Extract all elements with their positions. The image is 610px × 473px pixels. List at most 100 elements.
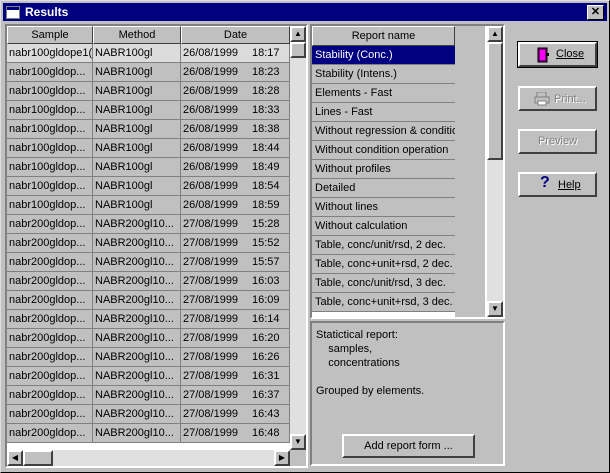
close-window-button[interactable]: ✕ [587, 5, 604, 20]
method-cell[interactable]: NABR200gl10... [93, 424, 181, 443]
sample-cell[interactable]: nabr200gldop... [7, 291, 93, 310]
method-cell[interactable]: NABR100gl [93, 139, 181, 158]
print-button[interactable]: Print... [518, 86, 597, 111]
column-header-sample[interactable]: Sample [7, 26, 93, 44]
close-button[interactable]: Close [517, 41, 598, 68]
sample-cell[interactable]: nabr200gldop... [7, 424, 93, 443]
table-row[interactable]: nabr100gldop... NABR100gl 26/08/1999 18:28 [7, 82, 290, 101]
report-name-header[interactable]: Report name [312, 26, 455, 46]
grid-horizontal-scrollbar[interactable]: ◀ ▶ [7, 450, 290, 466]
date-cell[interactable]: 26/08/1999 18:38 [181, 120, 290, 139]
help-button[interactable]: ? Help [518, 172, 597, 197]
table-row[interactable]: nabr200gldop... NABR200gl10... 27/08/1999 1… [7, 424, 290, 443]
report-item[interactable]: Stability (Conc.) [312, 46, 455, 65]
sample-cell[interactable]: nabr200gldop... [7, 215, 93, 234]
sample-cell[interactable]: nabr100gldop... [7, 82, 93, 101]
column-header-method[interactable]: Method [93, 26, 181, 44]
method-cell[interactable]: NABR100gl [93, 82, 181, 101]
table-row[interactable]: nabr200gldop... NABR200gl10... 27/08/1999 1… [7, 253, 290, 272]
date-cell[interactable]: 26/08/1999 18:49 [181, 158, 290, 177]
sample-cell[interactable]: nabr200gldop... [7, 386, 93, 405]
report-item[interactable]: Without condition operation [312, 141, 455, 160]
date-cell[interactable]: 27/08/1999 15:28 [181, 215, 290, 234]
sample-cell[interactable]: nabr200gldop... [7, 348, 93, 367]
date-cell[interactable]: 27/08/1999 16:31 [181, 367, 290, 386]
report-item[interactable]: Without profiles [312, 160, 455, 179]
scroll-up-icon[interactable]: ▲ [290, 26, 306, 42]
date-cell[interactable]: 26/08/1999 18:59 [181, 196, 290, 215]
sample-cell[interactable]: nabr200gldop... [7, 329, 93, 348]
table-row[interactable]: nabr200gldop... NABR200gl10... 27/08/1999 1… [7, 234, 290, 253]
sample-cell[interactable]: nabr200gldop... [7, 272, 93, 291]
date-cell[interactable]: 27/08/1999 16:43 [181, 405, 290, 424]
method-cell[interactable]: NABR100gl [93, 158, 181, 177]
samples-grid[interactable]: Sample Method Date nabr100gldope1(NABR10… [5, 24, 308, 468]
report-scrollbar[interactable]: ▲ ▼ [487, 26, 503, 317]
table-row[interactable]: nabr200gldop... NABR200gl10... 27/08/1999 1… [7, 310, 290, 329]
report-item[interactable]: Without calculation [312, 217, 455, 236]
sample-cell[interactable]: nabr100gldop... [7, 120, 93, 139]
date-cell[interactable]: 27/08/1999 16:03 [181, 272, 290, 291]
report-item[interactable]: Table, conc/unit/rsd, 3 dec. [312, 274, 455, 293]
report-item[interactable]: Elements - Fast [312, 84, 455, 103]
date-cell[interactable]: 26/08/1999 18:23 [181, 63, 290, 82]
method-cell[interactable]: NABR200gl10... [93, 367, 181, 386]
method-cell[interactable]: NABR200gl10... [93, 329, 181, 348]
method-cell[interactable]: NABR200gl10... [93, 405, 181, 424]
table-row[interactable]: nabr100gldop... NABR100gl 26/08/1999 18:33 [7, 101, 290, 120]
method-cell[interactable]: NABR200gl10... [93, 215, 181, 234]
table-row[interactable]: nabr100gldop... NABR100gl 26/08/1999 18:54 [7, 177, 290, 196]
table-row[interactable]: nabr100gldop... NABR100gl 26/08/1999 18:59 [7, 196, 290, 215]
report-item[interactable]: Stability (Intens.) [312, 65, 455, 84]
grid-scroll-thumb[interactable] [290, 42, 306, 58]
sample-cell[interactable]: nabr100gldope1( [7, 44, 93, 63]
scroll-right-icon[interactable]: ▶ [274, 450, 290, 466]
table-row[interactable]: nabr200gldop... NABR200gl10... 27/08/1999 1… [7, 215, 290, 234]
method-cell[interactable]: NABR100gl [93, 63, 181, 82]
report-item[interactable]: Lines - Fast [312, 103, 455, 122]
report-list[interactable]: Report name Stability (Conc.) Stability (… [310, 24, 505, 319]
scroll-left-icon[interactable]: ◀ [7, 450, 23, 466]
method-cell[interactable]: NABR100gl [93, 196, 181, 215]
table-row[interactable]: nabr100gldop... NABR100gl 26/08/1999 18:38 [7, 120, 290, 139]
date-cell[interactable]: 26/08/1999 18:17 [181, 44, 290, 63]
table-row[interactable]: nabr200gldop... NABR200gl10... 27/08/1999 1… [7, 367, 290, 386]
preview-button[interactable]: Preview [518, 129, 597, 154]
grid-hscroll-thumb[interactable] [23, 450, 53, 466]
date-cell[interactable]: 27/08/1999 15:52 [181, 234, 290, 253]
report-scroll-up-icon[interactable]: ▲ [487, 26, 503, 42]
report-item[interactable]: Without lines [312, 198, 455, 217]
sample-cell[interactable]: nabr200gldop... [7, 405, 93, 424]
table-row[interactable]: nabr100gldope1(NABR100gl 26/08/1999 18:17 [7, 44, 290, 63]
method-cell[interactable]: NABR200gl10... [93, 234, 181, 253]
report-item[interactable]: Detailed [312, 179, 455, 198]
sample-cell[interactable]: nabr200gldop... [7, 253, 93, 272]
date-cell[interactable]: 27/08/1999 16:14 [181, 310, 290, 329]
sample-cell[interactable]: nabr100gldop... [7, 196, 93, 215]
report-item[interactable]: Table, conc+unit+rsd, 2 dec. [312, 255, 455, 274]
table-row[interactable]: nabr200gldop... NABR200gl10... 27/08/1999 1… [7, 329, 290, 348]
date-cell[interactable]: 27/08/1999 15:57 [181, 253, 290, 272]
sample-cell[interactable]: nabr100gldop... [7, 158, 93, 177]
table-row[interactable]: nabr200gldop... NABR200gl10... 27/08/1999 1… [7, 272, 290, 291]
sample-cell[interactable]: nabr200gldop... [7, 234, 93, 253]
date-cell[interactable]: 26/08/1999 18:33 [181, 101, 290, 120]
sample-cell[interactable]: nabr200gldop... [7, 367, 93, 386]
scroll-down-icon[interactable]: ▼ [290, 434, 306, 450]
report-scroll-thumb[interactable] [487, 42, 503, 160]
table-row[interactable]: nabr100gldop... NABR100gl 26/08/1999 18:49 [7, 158, 290, 177]
date-cell[interactable]: 26/08/1999 18:44 [181, 139, 290, 158]
add-report-form-button[interactable]: Add report form ... [342, 434, 475, 458]
sample-cell[interactable]: nabr100gldop... [7, 139, 93, 158]
report-item[interactable]: Table, conc+unit+rsd, 3 dec. [312, 293, 455, 312]
method-cell[interactable]: NABR100gl [93, 101, 181, 120]
sample-cell[interactable]: nabr200gldop... [7, 310, 93, 329]
title-bar[interactable]: Results ✕ [3, 3, 607, 21]
method-cell[interactable]: NABR200gl10... [93, 272, 181, 291]
method-cell[interactable]: NABR200gl10... [93, 310, 181, 329]
table-row[interactable]: nabr200gldop... NABR200gl10... 27/08/1999 1… [7, 348, 290, 367]
method-cell[interactable]: NABR100gl [93, 177, 181, 196]
date-cell[interactable]: 27/08/1999 16:37 [181, 386, 290, 405]
sample-cell[interactable]: nabr100gldop... [7, 63, 93, 82]
grid-vertical-scrollbar[interactable]: ▲ ▼ [290, 26, 306, 450]
